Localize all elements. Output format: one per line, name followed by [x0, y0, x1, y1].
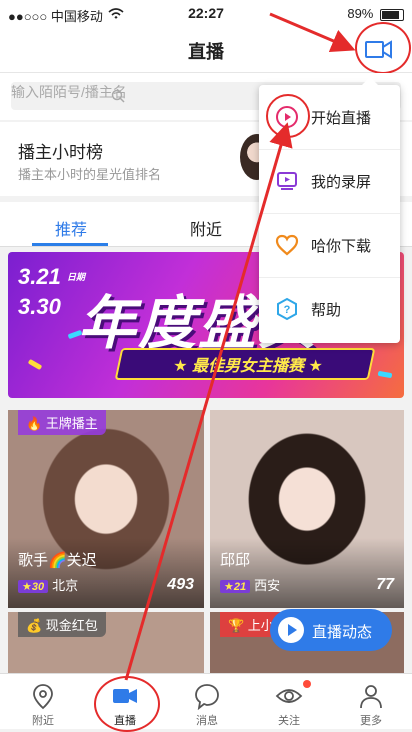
- battery-indicator: 89%: [347, 6, 404, 21]
- nav-bar: 直播: [0, 26, 412, 73]
- bottom-nav-label: 更多: [360, 715, 382, 727]
- annotation-circle-start-live: [266, 94, 310, 138]
- live-card[interactable]: 邱邱 ★21 西安 77: [210, 410, 404, 608]
- level-badge: ★30: [18, 580, 49, 593]
- streamer-name: 歌手🌈关迟: [18, 552, 97, 569]
- menu-item-label: 我的录屏: [311, 174, 372, 191]
- card-badge: 🔥 王牌播主: [18, 410, 106, 435]
- tab-recommend[interactable]: 推荐: [55, 216, 87, 240]
- person-icon: [360, 685, 382, 709]
- banner-dates: 3.21 日期 3.30: [18, 262, 85, 322]
- location-icon: [33, 684, 53, 710]
- search-icon: [111, 89, 125, 103]
- streamer-name: 邱邱: [220, 552, 251, 569]
- page-title: 直播: [188, 42, 224, 62]
- level-badge: ★21: [220, 580, 251, 593]
- search-placeholder: 输入陌陌号/播主名: [11, 84, 127, 100]
- menu-item-label: 帮助: [311, 302, 342, 319]
- tab-nearby[interactable]: 附近: [190, 216, 222, 240]
- city-label: 北京: [52, 578, 79, 593]
- confetti: [27, 358, 43, 371]
- viewer-count: 77: [376, 576, 394, 593]
- svg-text:?: ?: [284, 304, 291, 316]
- menu-item-label: 开始直播: [311, 110, 372, 127]
- viewer-count: 493: [167, 576, 194, 593]
- card-meta: ★30 北京: [18, 575, 78, 594]
- rank-title: 播主小时榜: [18, 143, 103, 162]
- status-bar: ●●○○○ 中国移动 22:27 89%: [0, 0, 412, 26]
- confetti: [377, 370, 393, 379]
- bottom-nav-label: 附近: [32, 715, 54, 727]
- bottom-nav-nearby[interactable]: 附近: [2, 674, 84, 729]
- bottom-nav-follow[interactable]: 关注: [248, 674, 330, 729]
- annotation-circle-live-tab: [94, 676, 160, 732]
- bottom-nav-label: 消息: [196, 715, 218, 727]
- banner-subtitle: ★ 最佳男女主播赛 ★: [173, 358, 323, 375]
- banner-date-end: 3.30: [18, 294, 61, 319]
- live-card[interactable]: 🔥 王牌播主 歌手🌈关迟 ★30 北京 493: [8, 410, 204, 608]
- city-label: 西安: [254, 578, 281, 593]
- battery-percent: 89%: [347, 6, 374, 21]
- banner-date-start: 3.21: [18, 264, 61, 289]
- annotation-circle-camera: [355, 22, 411, 74]
- rank-subtitle: 播主本小时的星光值排名: [18, 167, 162, 182]
- battery-icon: [380, 8, 404, 21]
- heart-download-icon: [275, 234, 299, 256]
- live-updates-label: 直播动态: [312, 624, 373, 641]
- live-updates-button[interactable]: 直播动态: [270, 609, 392, 651]
- live-card[interactable]: 💰 现金红包: [8, 612, 204, 674]
- chat-icon: [195, 684, 219, 710]
- card-meta: ★21 西安: [220, 575, 280, 594]
- help-icon: ?: [277, 297, 297, 321]
- bottom-nav-label: 关注: [278, 715, 300, 727]
- notification-dot: [303, 680, 311, 688]
- card-badge: 💰 现金红包: [18, 612, 106, 637]
- play-circle-icon: [278, 617, 304, 643]
- bottom-nav-messages[interactable]: 消息: [166, 674, 248, 729]
- menu-item-label: 哈你下载: [311, 238, 372, 255]
- bottom-nav-more[interactable]: 更多: [330, 674, 412, 729]
- menu-help[interactable]: ? 帮助: [259, 277, 400, 341]
- menu-my-recordings[interactable]: 我的录屏: [259, 149, 400, 214]
- tab-active-indicator: [32, 243, 108, 246]
- eye-icon: [275, 689, 303, 703]
- menu-hani-download[interactable]: 哈你下载: [259, 213, 400, 278]
- screen-record-icon: [277, 172, 297, 190]
- bottom-nav: 附近 直播 消息 关注 更多: [0, 673, 412, 729]
